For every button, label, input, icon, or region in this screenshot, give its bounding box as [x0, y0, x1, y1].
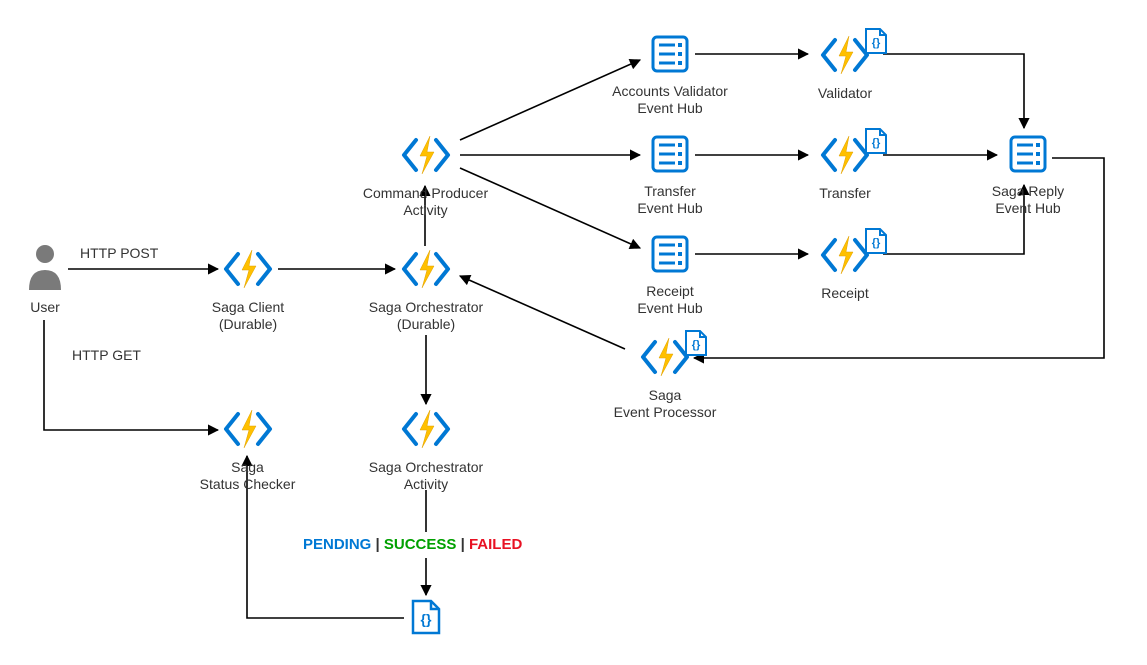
saga-orchestrator-label: Saga Orchestrator (Durable): [360, 299, 492, 334]
status-separator: |: [376, 536, 384, 553]
saga-reply-eventhub-node: Saga Reply Event Hub: [978, 134, 1078, 218]
user-label: User: [10, 299, 80, 317]
saga-event-processor-node: Saga Event Processor: [600, 336, 730, 422]
azure-function-icon: [400, 248, 452, 290]
transfer-eventhub-label: Transfer Event Hub: [620, 183, 720, 218]
event-hub-icon: [650, 234, 690, 274]
event-hub-icon: [650, 134, 690, 174]
validator-label: Validator: [800, 85, 890, 103]
user-node: User: [10, 240, 80, 316]
document-icon: [863, 226, 889, 256]
status-pending: PENDING: [303, 536, 371, 553]
transfer-eventhub-node: Transfer Event Hub: [620, 134, 720, 218]
document-icon: [683, 328, 709, 358]
saga-reply-eventhub-label: Saga Reply Event Hub: [978, 183, 1078, 218]
document-icon: [863, 126, 889, 156]
event-hub-icon: [1008, 134, 1048, 174]
transfer-fn-node: Transfer: [800, 134, 890, 202]
http-post-label: HTTP POST: [80, 245, 158, 261]
saga-client-node: Saga Client (Durable): [198, 248, 298, 334]
accounts-validator-eventhub-label: Accounts Validator Event Hub: [600, 83, 740, 118]
saga-orchestrator-activity-label: Saga Orchestrator Activity: [360, 459, 492, 494]
http-get-label: HTTP GET: [72, 347, 141, 363]
saga-event-processor-label: Saga Event Processor: [600, 387, 730, 422]
diagram-canvas: {} {}: [0, 0, 1147, 665]
user-icon: [25, 240, 65, 290]
command-producer-activity-label: Command Producer Activity: [348, 185, 503, 220]
document-icon: [410, 598, 442, 636]
status-success: SUCCESS: [384, 536, 457, 553]
command-producer-activity-node: Command Producer Activity: [348, 134, 503, 220]
receipt-fn-node: Receipt: [800, 234, 890, 302]
saga-orchestrator-node: Saga Orchestrator (Durable): [360, 248, 492, 334]
validator-node: Validator: [800, 34, 890, 102]
status-failed: FAILED: [469, 536, 522, 553]
receipt-eventhub-node: Receipt Event Hub: [620, 234, 720, 318]
saga-status-checker-node: Saga Status Checker: [190, 408, 305, 494]
status-line: PENDING | SUCCESS | FAILED: [303, 536, 522, 553]
connection-lines: [0, 0, 1147, 665]
saga-status-checker-label: Saga Status Checker: [190, 459, 305, 494]
saga-client-label: Saga Client (Durable): [198, 299, 298, 334]
azure-function-icon: [222, 248, 274, 290]
document-icon: [863, 26, 889, 56]
receipt-fn-label: Receipt: [800, 285, 890, 303]
state-document-node: [408, 598, 444, 641]
azure-function-icon: [400, 134, 452, 176]
saga-orchestrator-activity-node: Saga Orchestrator Activity: [360, 408, 492, 494]
receipt-eventhub-label: Receipt Event Hub: [620, 283, 720, 318]
event-hub-icon: [650, 34, 690, 74]
status-separator: |: [461, 536, 469, 553]
azure-function-icon: [400, 408, 452, 450]
accounts-validator-eventhub-node: Accounts Validator Event Hub: [600, 34, 740, 118]
transfer-fn-label: Transfer: [800, 185, 890, 203]
azure-function-icon: [222, 408, 274, 450]
